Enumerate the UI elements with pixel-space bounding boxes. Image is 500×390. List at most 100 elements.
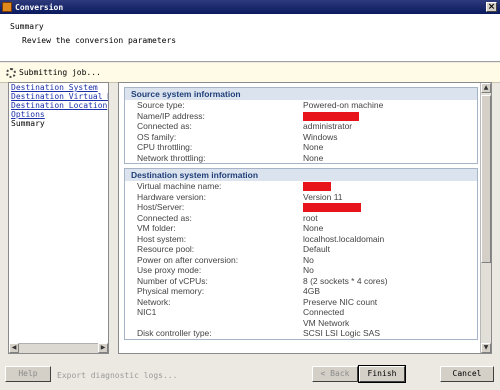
row-value: root (303, 212, 318, 223)
vertical-scrollbar[interactable]: ▲ ▼ (480, 83, 491, 353)
row-value: Powered-on machine (303, 100, 384, 110)
wizard-step-destination-virtual-m[interactable]: Destination Virtual M (11, 92, 108, 101)
back-button[interactable]: < Back (312, 366, 358, 382)
summary-row: Network throttling: None (125, 153, 477, 164)
summary-row: Virtual machine name: (125, 181, 477, 192)
source-section: Source system information Source type: Po… (124, 87, 478, 164)
summary-row: Host system: localhost.localdomain (125, 234, 477, 245)
row-value: Preserve NIC count (303, 296, 378, 307)
row-label: Power on after conversion: (137, 254, 239, 265)
wizard-step-destination-location[interactable]: Destination Location (11, 101, 108, 110)
row-label: Hardware version: (137, 191, 206, 202)
summary-row: Source type: Powered-on machine (125, 100, 477, 111)
scroll-up-icon[interactable]: ▲ (481, 83, 491, 93)
finish-button[interactable]: Finish (358, 365, 406, 383)
app-icon (2, 2, 12, 12)
row-value: No (303, 254, 314, 265)
row-value: Windows (303, 131, 338, 142)
summary-row: NIC1 Connected (125, 307, 477, 318)
redaction-bar (303, 182, 331, 192)
summary-row: Physical memory: 4GB (125, 286, 477, 297)
row-value: Default (303, 244, 330, 254)
row-label: Network throttling: (137, 152, 206, 163)
redacted-value (303, 111, 359, 122)
row-label: Resource pool: (137, 244, 195, 254)
status-text: Submitting job... (19, 68, 101, 77)
summary-panel: Source system information Source type: Po… (118, 82, 492, 354)
summary-row: Number of vCPUs: 8 (2 sockets * 4 cores) (125, 276, 477, 287)
summary-row: Host/Server: (125, 202, 477, 213)
summary-row: Disk controller type: SCSI LSI Logic SAS (125, 328, 477, 339)
row-value: SCSI LSI Logic SAS (303, 328, 381, 338)
row-label: Use proxy mode: (137, 265, 202, 275)
cancel-button[interactable]: Cancel (440, 366, 494, 382)
page-subtitle: Review the conversion parameters (22, 36, 177, 45)
row-label: Connected as: (137, 212, 192, 223)
redacted-value (303, 181, 331, 192)
row-label: Number of vCPUs: (137, 275, 208, 286)
row-value: None (303, 223, 324, 233)
help-button[interactable]: Help (5, 366, 51, 382)
row-value: localhost.localdomain (303, 233, 385, 244)
row-value: None (303, 152, 324, 163)
source-section-header: Source system information (125, 88, 477, 100)
horizontal-scrollbar[interactable]: ◀ ▶ (9, 343, 108, 353)
row-label: Disk controller type: (137, 328, 212, 338)
wizard-step-destination-system[interactable]: Destination System (11, 83, 108, 92)
wizard-step-options[interactable]: Options (11, 110, 108, 119)
row-label: CPU throttling: (137, 142, 193, 152)
summary-row: CPU throttling: None (125, 142, 477, 153)
row-label: Host system: (137, 233, 187, 244)
destination-section-header: Destination system information (125, 169, 477, 181)
close-button[interactable]: × (486, 2, 497, 12)
summary-row: Hardware version: Version 11 (125, 192, 477, 203)
summary-row: VM Network (125, 318, 477, 329)
scroll-right-icon[interactable]: ▶ (98, 343, 108, 353)
row-label: Name/IP address: (137, 110, 205, 121)
row-value: No (303, 265, 314, 275)
export-logs-link: Export diagnostic logs... (57, 371, 178, 380)
destination-section: Destination system information Virtual m… (124, 168, 478, 340)
summary-row: Resource pool: Default (125, 244, 477, 255)
row-label (125, 318, 303, 329)
redaction-bar (303, 203, 361, 213)
window-title: Conversion (15, 2, 64, 12)
row-label: NIC1 (137, 307, 157, 317)
wizard-footer: Help Export diagnostic logs... < Back Fi… (0, 358, 500, 390)
summary-row: OS family: Windows (125, 132, 477, 143)
row-value: VM Network (303, 317, 350, 328)
summary-row: Power on after conversion: No (125, 255, 477, 266)
summary-row: Connected as: root (125, 213, 477, 224)
row-value: administrator (303, 121, 353, 131)
row-value: 8 (2 sockets * 4 cores) (303, 275, 388, 286)
row-value: None (303, 142, 324, 152)
page-header: Summary Review the conversion parameters (0, 14, 500, 62)
summary-row: Use proxy mode: No (125, 265, 477, 276)
row-label: OS family: (137, 131, 177, 142)
row-label: Network: (137, 296, 171, 307)
row-label: Source type: (137, 100, 185, 110)
row-label: Virtual machine name: (137, 181, 222, 191)
row-value: Connected (303, 307, 345, 317)
page-title: Summary (10, 22, 44, 31)
summary-row: Name/IP address: (125, 111, 477, 122)
wizard-step-summary: Summary (11, 119, 45, 128)
summary-row: Network: Preserve NIC count (125, 297, 477, 308)
scrollbar-thumb[interactable] (481, 95, 491, 263)
row-label: Connected as: (137, 121, 192, 131)
status-bar: Submitting job... (0, 63, 500, 83)
row-label: Physical memory: (137, 286, 205, 296)
summary-row: Connected as: administrator (125, 121, 477, 132)
redacted-value (303, 202, 361, 213)
scroll-down-icon[interactable]: ▼ (481, 343, 491, 353)
row-value: 4GB (303, 286, 321, 296)
row-value: Version 11 (303, 191, 343, 202)
summary-row: VM folder: None (125, 223, 477, 234)
wizard-step-list: Destination System Destination Virtual MD… (8, 82, 109, 354)
spinner-icon (6, 67, 16, 78)
row-label: VM folder: (137, 223, 176, 233)
scroll-left-icon[interactable]: ◀ (9, 343, 19, 353)
redaction-bar (303, 111, 359, 121)
row-label: Host/Server: (137, 202, 185, 212)
title-bar: Conversion × (0, 0, 500, 14)
